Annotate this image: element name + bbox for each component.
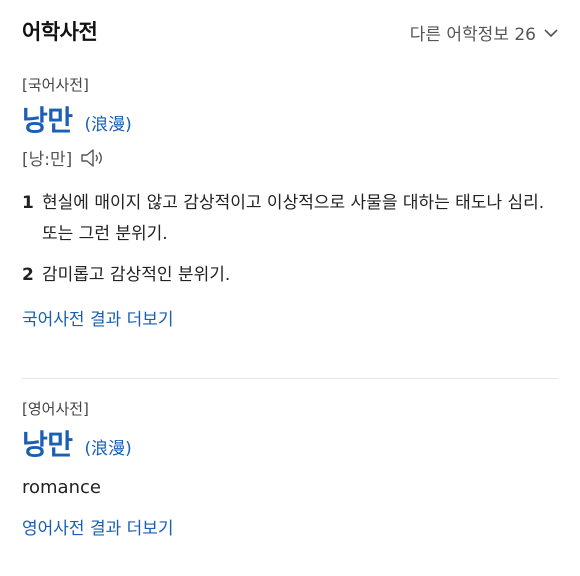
definition-number: 1: [22, 193, 34, 213]
korean-dictionary-label: [국어사전]: [22, 76, 89, 94]
definition-text: 현실에 매이지 않고 감상적이고 이상적으로 사물을 대하는 태도나 심리. 또…: [42, 193, 545, 244]
english-entry: 낭만 (浪漫): [22, 423, 558, 463]
english-meaning: romance: [22, 477, 101, 498]
korean-dictionary-section: [국어사전] 낭만 (浪漫) [낭:만] 1 현실에 매이지 않고 감상적이고 …: [22, 74, 558, 330]
definition-item: 1 현실에 매이지 않고 감상적이고 이상적으로 사물을 대하는 태도나 심리.…: [22, 188, 558, 250]
korean-hanja: (浪漫): [84, 115, 132, 135]
definition-number: 2: [22, 265, 34, 285]
definition-text: 감미롭고 감상적인 분위기.: [42, 265, 231, 285]
more-dictionary-info-label: 다른 어학정보 26: [409, 25, 536, 45]
english-dictionary-section: [영어사전] 낭만 (浪漫) romance 영어사전 결과 더보기: [22, 398, 558, 539]
english-more-results-link[interactable]: 영어사전 결과 더보기: [22, 519, 174, 539]
pronunciation-text: [낭:만]: [22, 150, 73, 170]
section-divider: [22, 378, 558, 379]
section-title: 어학사전: [22, 20, 98, 44]
english-headword-link[interactable]: 낭만: [22, 423, 73, 463]
speaker-icon[interactable]: [80, 148, 106, 168]
english-dictionary-label: [영어사전]: [22, 400, 89, 418]
chevron-down-icon: [544, 28, 558, 37]
korean-headword-link[interactable]: 낭만: [22, 99, 73, 139]
korean-entry: 낭만 (浪漫): [22, 99, 558, 139]
definition-item: 2 감미롭고 감상적인 분위기.: [22, 260, 558, 291]
definitions-list: 1 현실에 매이지 않고 감상적이고 이상적으로 사물을 대하는 태도나 심리.…: [22, 188, 558, 291]
more-dictionary-info-button[interactable]: 다른 어학정보 26: [410, 20, 558, 45]
header: 어학사전 다른 어학정보 26: [22, 14, 558, 50]
english-hanja: (浪漫): [84, 439, 132, 459]
pronunciation-row: [낭:만]: [22, 145, 558, 170]
dictionary-card: 어학사전 다른 어학정보 26 [국어사전] 낭만 (浪漫) [낭:만] 1 현: [0, 0, 580, 576]
korean-more-results-link[interactable]: 국어사전 결과 더보기: [22, 310, 174, 330]
